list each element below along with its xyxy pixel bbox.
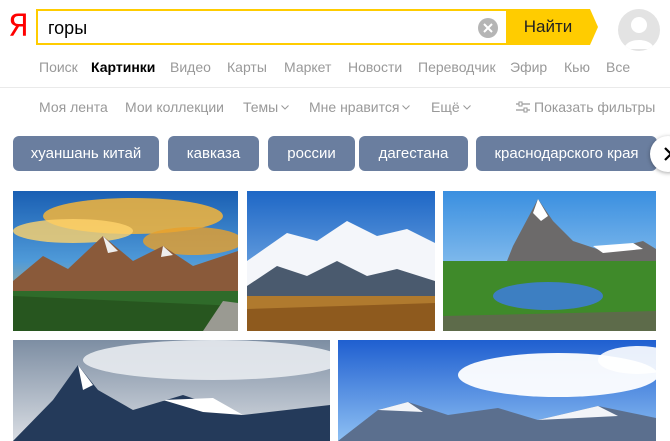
more-dropdown[interactable]: Ещё [431,99,471,115]
search-button-label: Найти [523,17,573,36]
themes-dropdown[interactable]: Темы [243,99,290,115]
search-input[interactable] [48,17,468,39]
tab-images[interactable]: Картинки [91,59,155,75]
tab-maps[interactable]: Карты [227,59,267,75]
tab-market[interactable]: Маркет [284,59,331,75]
divider [0,87,670,88]
likes-dropdown[interactable]: Мне нравится [309,99,411,115]
yandex-logo[interactable]: Я [8,10,30,44]
my-collections-link[interactable]: Мои коллекции [125,99,224,115]
my-feed-link[interactable]: Моя лента [39,99,108,115]
image-result[interactable] [13,191,238,331]
show-filters-label: Показать фильтры [534,99,656,115]
avatar[interactable] [618,9,660,51]
image-result[interactable] [443,191,656,331]
tab-translate[interactable]: Переводчик [418,59,496,75]
related-query-chip[interactable]: дагестана [359,136,468,171]
related-query-chip[interactable]: россии [268,136,355,171]
search-button[interactable]: Найти [506,9,598,45]
tab-all[interactable]: Все [606,59,630,75]
chevron-right-icon [664,147,670,161]
tab-q[interactable]: Кью [564,59,590,75]
close-icon [483,23,493,33]
chevron-down-icon [402,105,411,110]
show-filters-button[interactable]: Показать фильтры [516,99,655,115]
chevron-down-icon [281,105,290,110]
tab-efir[interactable]: Эфир [510,59,547,75]
image-result[interactable] [247,191,435,331]
tab-news[interactable]: Новости [348,59,402,75]
clear-button[interactable] [478,18,498,38]
tab-video[interactable]: Видео [170,59,211,75]
related-query-chip[interactable]: краснодарского края [476,136,657,171]
image-result[interactable] [13,340,330,441]
search-box [36,9,506,45]
themes-label: Темы [243,99,279,115]
likes-label: Мне нравится [309,99,400,115]
tab-search[interactable]: Поиск [39,59,78,75]
related-query-chip[interactable]: кавказа [168,136,259,171]
more-label: Ещё [431,99,460,115]
sliders-icon [516,101,530,113]
chevron-down-icon [462,105,471,110]
related-query-chip[interactable]: хуаншань китай [13,136,159,171]
image-result[interactable] [338,340,656,441]
